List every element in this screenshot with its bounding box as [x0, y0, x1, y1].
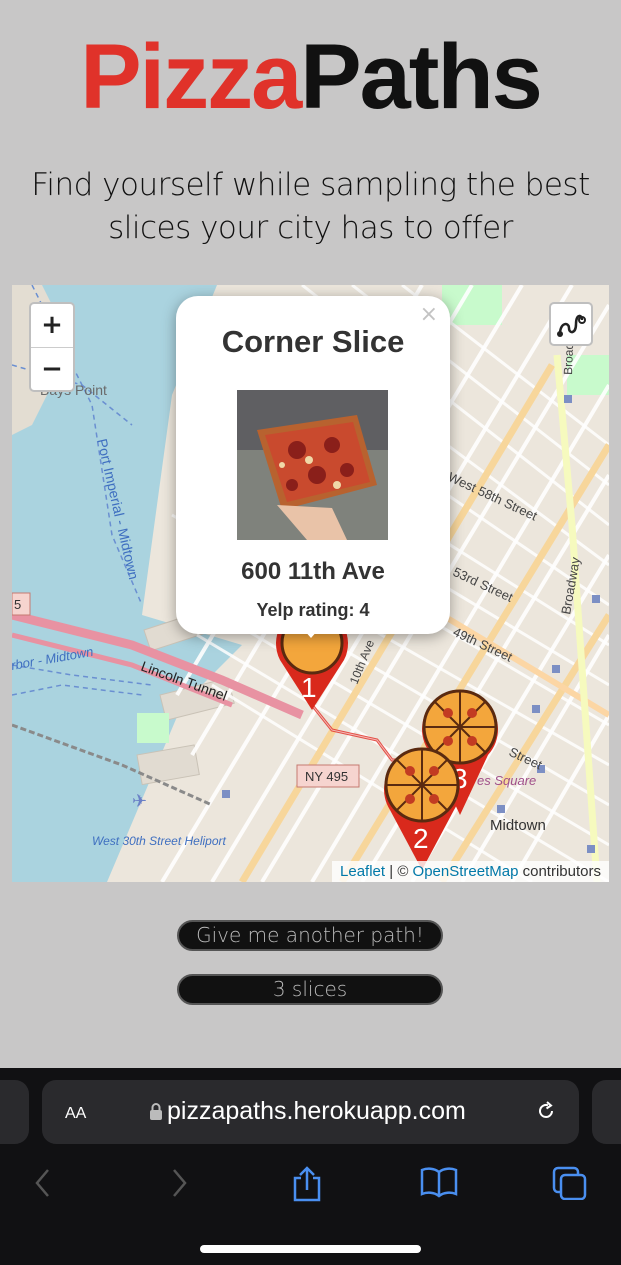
pizza-photo-image	[237, 390, 388, 540]
attribution-contrib: contributors	[518, 863, 601, 880]
zoom-in-button[interactable]: +	[31, 304, 73, 348]
heliport-icon: ✈	[132, 791, 147, 812]
next-tab-preview[interactable]	[592, 1080, 621, 1144]
place-name: Corner Slice	[221, 324, 405, 359]
label-times-square: es Square	[477, 773, 536, 788]
lock-icon	[150, 1103, 162, 1120]
label-num5: 5	[14, 597, 21, 612]
label-midtown: Midtown	[490, 817, 546, 834]
place-popup: × Corner Slice 600 11th Ave Yelp rating:…	[176, 296, 450, 634]
bookmarks-icon[interactable]	[419, 1166, 459, 1198]
another-path-button[interactable]: Give me another path!	[177, 920, 443, 951]
address-bar[interactable]: AA pizzapaths.herokuapp.com	[42, 1080, 579, 1144]
route-toggle-button[interactable]	[549, 302, 593, 346]
url-text: pizzapaths.herokuapp.com	[167, 1097, 466, 1125]
osm-link[interactable]: OpenStreetMap	[413, 863, 519, 880]
tagline: Find yourself while sampling the best sl…	[31, 167, 590, 246]
reader-aa-button[interactable]: AA	[65, 1098, 86, 1124]
attribution-sep: | ©	[389, 863, 413, 880]
forward-icon[interactable]	[168, 1166, 190, 1200]
map-attribution: Leaflet | © OpenStreetMap contributors	[332, 861, 609, 882]
label-ny495: NY 495	[305, 769, 348, 784]
popup-tip	[297, 622, 325, 638]
back-icon[interactable]	[32, 1166, 54, 1200]
marker-1-number: 1	[301, 672, 317, 703]
marker-2-number: 2	[413, 823, 429, 854]
home-indicator	[200, 1245, 421, 1253]
previous-tab-preview[interactable]	[0, 1080, 29, 1144]
title-pizza: Pizza	[80, 26, 302, 128]
title-paths: Paths	[300, 26, 543, 128]
zoom-control: + −	[29, 302, 75, 392]
leaflet-link[interactable]: Leaflet	[340, 863, 385, 880]
route-icon	[557, 314, 586, 337]
label-heliport: West 30th Street Heliport	[92, 834, 227, 848]
reload-icon[interactable]	[535, 1100, 557, 1122]
place-address: 600 11th Ave	[241, 558, 385, 585]
place-rating: Yelp rating: 4	[256, 600, 370, 620]
slices-count-button[interactable]: 3 slices	[177, 974, 443, 1005]
aa-label: AA	[65, 1105, 87, 1122]
share-icon[interactable]	[290, 1166, 324, 1202]
browser-bottom-bar: AA pizzapaths.herokuapp.com	[0, 1068, 621, 1265]
pizza-photo	[237, 390, 388, 540]
app-title: PizzaPaths	[0, 22, 621, 132]
map[interactable]: Bays Point Port Imperial - Midtown Linco…	[12, 285, 609, 882]
tabs-icon[interactable]	[552, 1166, 588, 1200]
zoom-out-button[interactable]: −	[31, 348, 73, 391]
